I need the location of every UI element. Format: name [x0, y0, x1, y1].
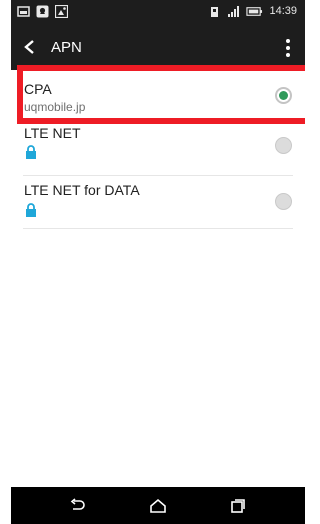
apn-item-lte-net[interactable]: LTE NET [23, 123, 293, 176]
apn-list: CPA uqmobile.jp LTE NET LTE NET for DATA [11, 65, 305, 229]
apn-radio[interactable] [275, 137, 292, 154]
chevron-left-icon[interactable] [23, 40, 37, 54]
cellular-signal-icon [228, 6, 240, 17]
back-icon[interactable] [69, 497, 87, 515]
image-icon [17, 6, 30, 17]
status-left-icons [17, 5, 68, 18]
apn-screen: 14:39 APN CPA uqmobile.jp LTE NET LTE NE… [11, 0, 305, 524]
photo-app-icon [55, 5, 68, 18]
more-vert-icon[interactable] [285, 38, 291, 58]
apn-name: LTE NET [24, 125, 81, 141]
apn-item-cpa[interactable]: CPA uqmobile.jp [17, 65, 305, 124]
navigation-app-icon [36, 5, 49, 18]
apn-radio-selected[interactable] [275, 87, 292, 104]
page-title: APN [51, 39, 82, 56]
highlight-box [17, 65, 305, 124]
recents-icon[interactable] [229, 497, 247, 515]
apn-name: LTE NET for DATA [24, 182, 140, 198]
action-bar: APN [11, 25, 305, 70]
apn-radio[interactable] [275, 193, 292, 210]
apn-name: CPA [24, 81, 52, 97]
status-bar: 14:39 [11, 0, 305, 25]
status-right-icons: 14:39 [208, 5, 297, 18]
apn-item-lte-net-for-data[interactable]: LTE NET for DATA [23, 176, 293, 229]
clock: 14:39 [269, 5, 297, 17]
home-icon[interactable] [149, 497, 167, 515]
navigation-bar [11, 487, 305, 524]
lock-icon [26, 203, 36, 217]
lock-icon [26, 145, 36, 159]
apn-value: uqmobile.jp [24, 100, 86, 114]
sim-signal-icon [211, 7, 219, 17]
battery-icon [246, 7, 263, 16]
